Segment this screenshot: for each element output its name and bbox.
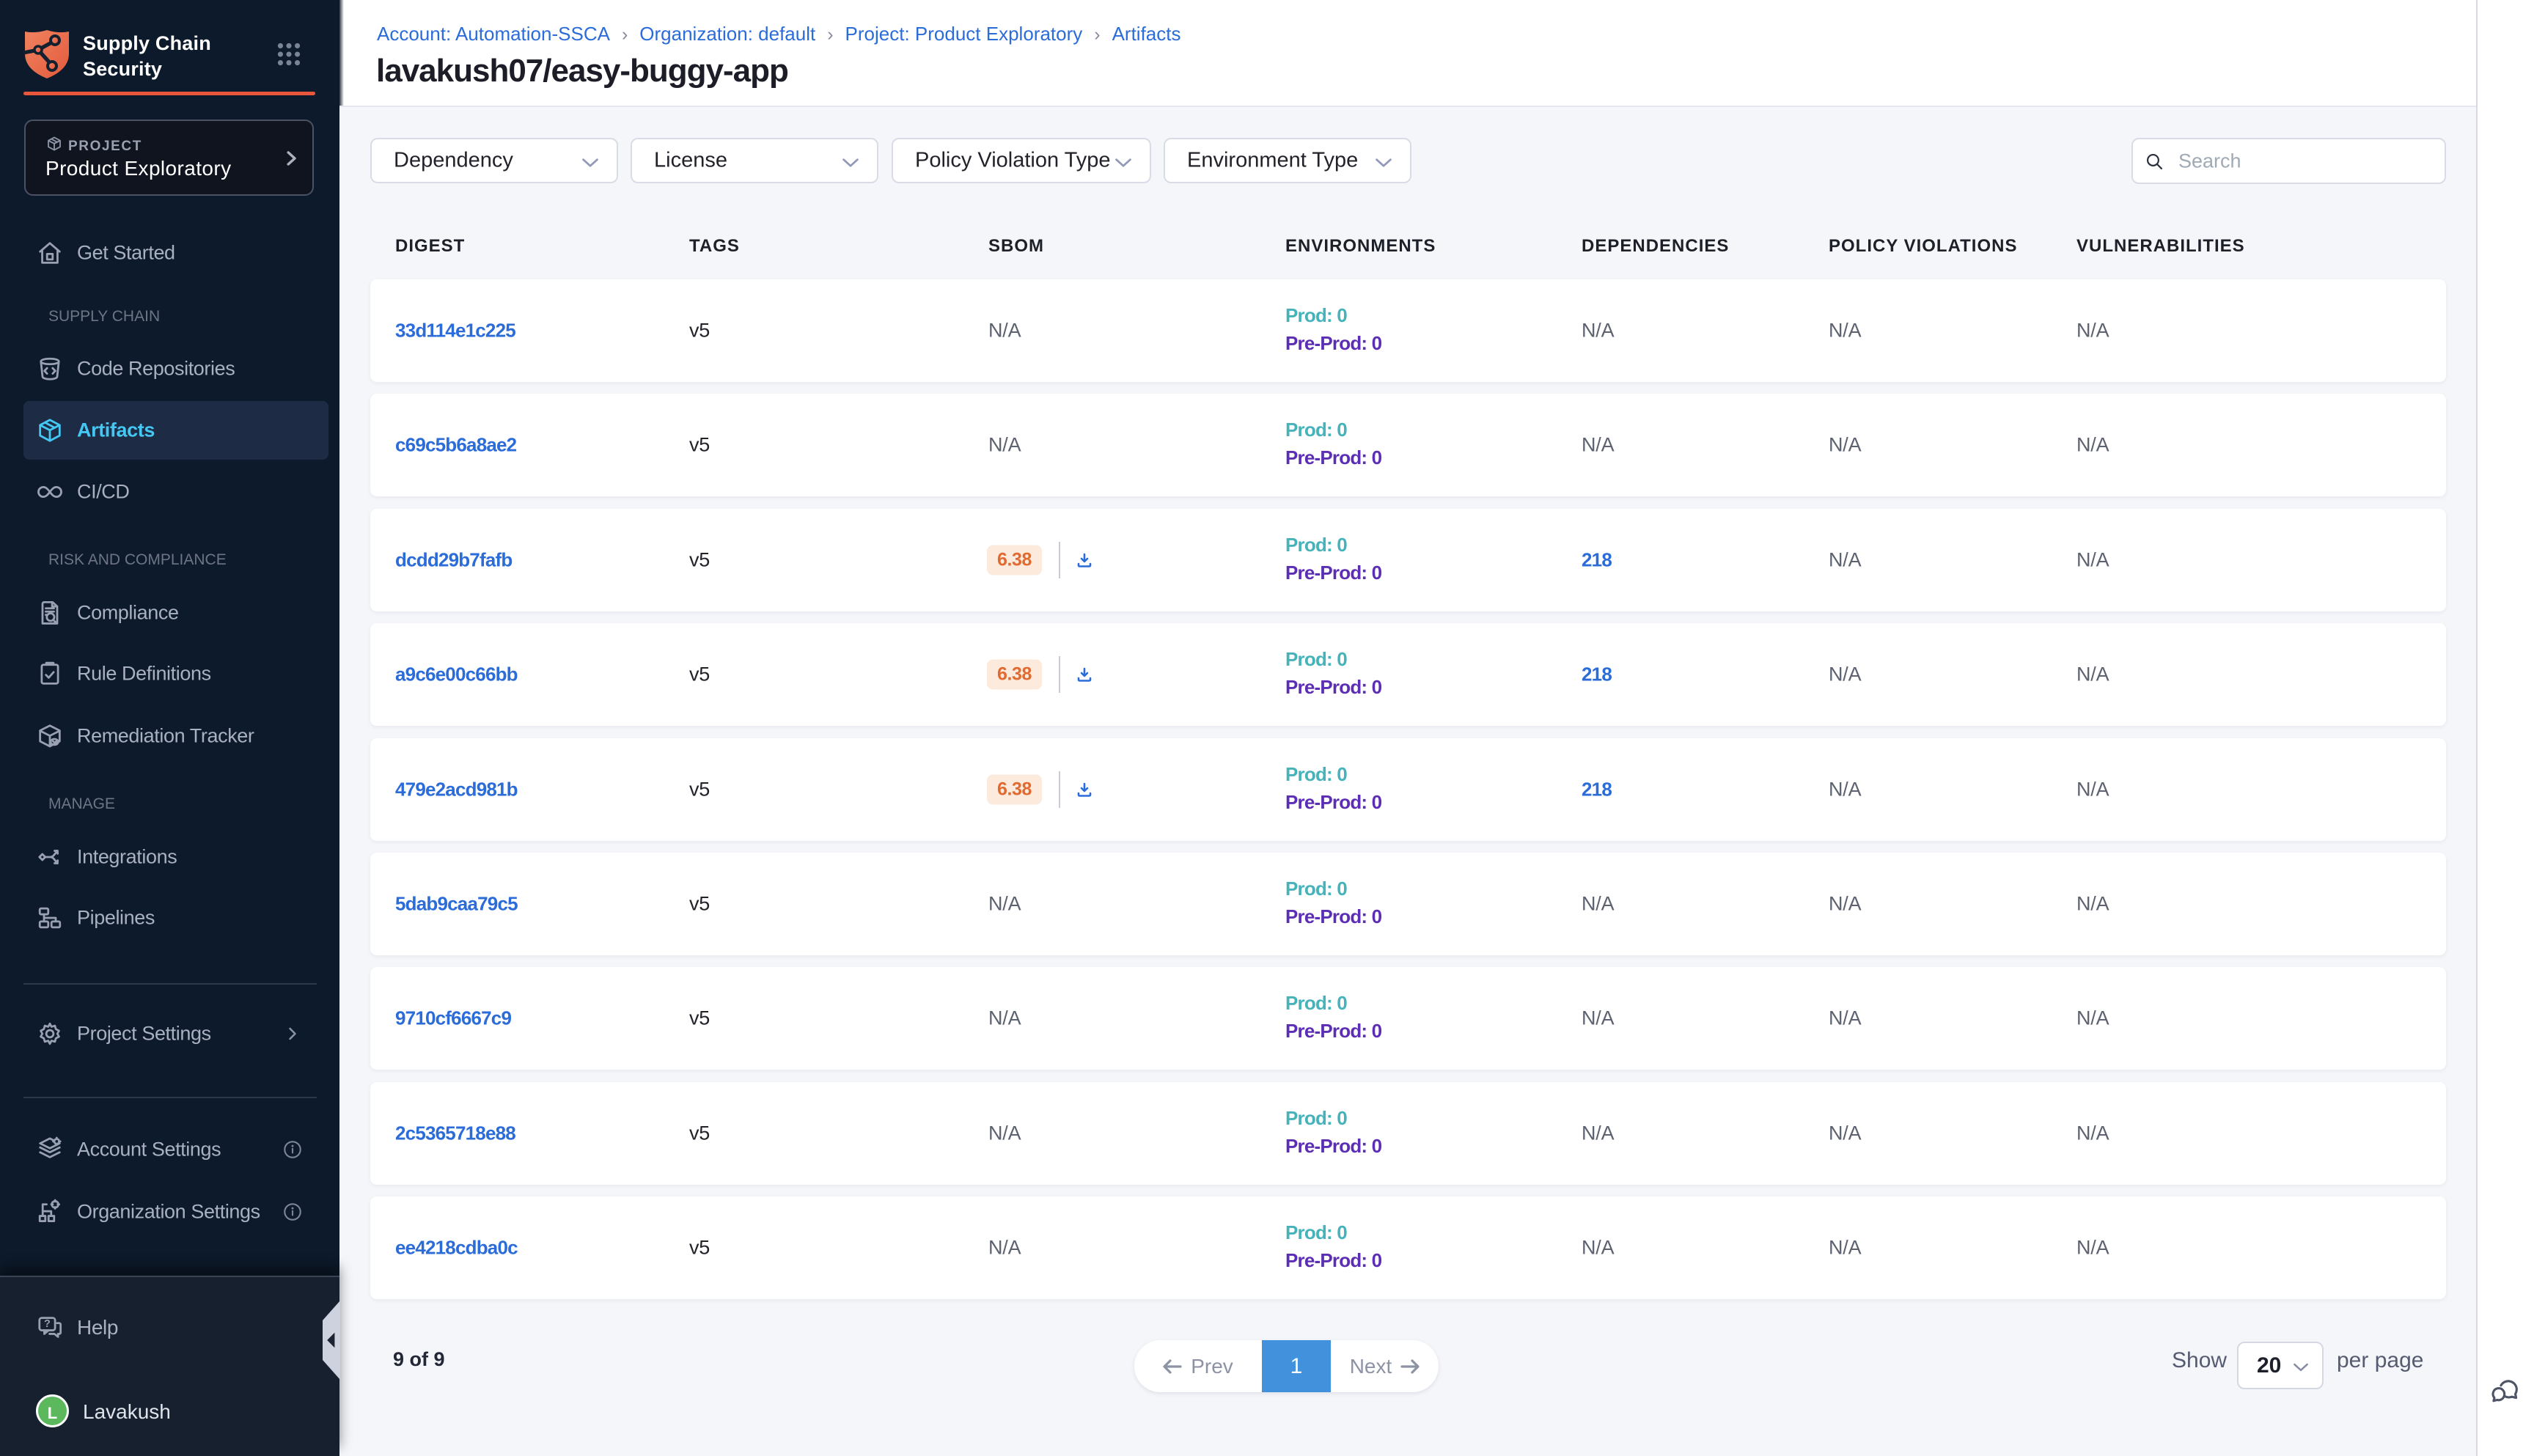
svg-text:?: ? (44, 1318, 51, 1330)
